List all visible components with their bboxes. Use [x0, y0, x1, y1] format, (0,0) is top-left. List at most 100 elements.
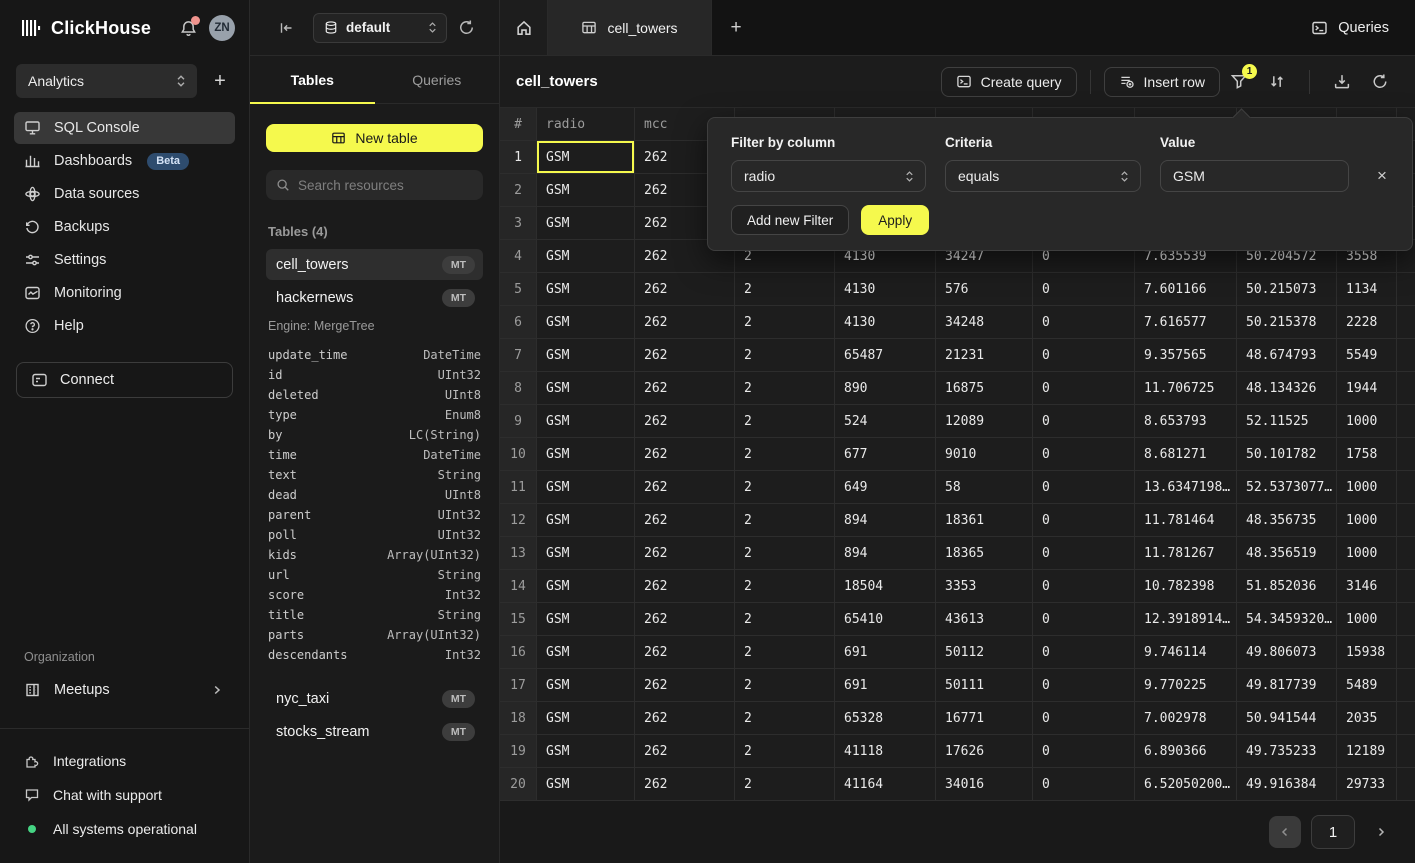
cell[interactable]: 49.806073	[1237, 636, 1337, 668]
workspace-select[interactable]: Analytics	[16, 64, 197, 98]
cell[interactable]: 0	[1033, 768, 1135, 800]
column-header-radio[interactable]: radio	[537, 108, 635, 140]
cell-mcc[interactable]: 262	[635, 372, 735, 404]
table-row[interactable]: 13 GSM 262 2 894 18365 0 11.781267 48.35…	[500, 537, 1415, 570]
cell[interactable]: 65328	[835, 702, 936, 734]
home-tab[interactable]	[500, 0, 548, 55]
add-new-filter-button[interactable]: Add new Filter	[731, 205, 849, 235]
cell-mcc[interactable]: 262	[635, 471, 735, 503]
cell[interactable]: 1000	[1337, 603, 1397, 635]
cell[interactable]: 0	[1033, 405, 1135, 437]
cell[interactable]: 2	[735, 636, 835, 668]
cell[interactable]: 65487	[835, 339, 936, 371]
cell[interactable]: 2	[735, 504, 835, 536]
cell-radio[interactable]: GSM	[537, 207, 635, 239]
cell[interactable]: 894	[835, 537, 936, 569]
cell[interactable]: 9.770225	[1135, 669, 1237, 701]
cell[interactable]: 1000	[1337, 504, 1397, 536]
sidebar-item-dashboards[interactable]: Dashboards Beta	[14, 145, 235, 177]
collapse-panel-button[interactable]	[274, 16, 299, 40]
cell[interactable]: 58	[936, 471, 1033, 503]
cell-mcc[interactable]: 262	[635, 438, 735, 470]
column-header[interactable]: #	[500, 108, 537, 140]
cell[interactable]: 65410	[835, 603, 936, 635]
cell[interactable]: 50.101782	[1237, 438, 1337, 470]
cell[interactable]: 48.134326	[1237, 372, 1337, 404]
cell-mcc[interactable]: 262	[635, 735, 735, 767]
cell-radio[interactable]: GSM	[537, 537, 635, 569]
table-list-item-cell-towers[interactable]: cell_towers MT	[266, 249, 483, 280]
table-row[interactable]: 12 GSM 262 2 894 18361 0 11.781464 48.35…	[500, 504, 1415, 537]
cell[interactable]: 49.735233	[1237, 735, 1337, 767]
cell[interactable]: 12089	[936, 405, 1033, 437]
cell-mcc[interactable]: 262	[635, 537, 735, 569]
cell[interactable]: 3146	[1337, 570, 1397, 602]
cell[interactable]: 1944	[1337, 372, 1397, 404]
cell[interactable]: 2	[735, 339, 835, 371]
table-list-item-nyc-taxi[interactable]: nyc_taxi MT	[266, 683, 483, 714]
cell-mcc[interactable]: 262	[635, 339, 735, 371]
cell[interactable]: 5549	[1337, 339, 1397, 371]
cell[interactable]: 7.616577	[1135, 306, 1237, 338]
cell[interactable]: 0	[1033, 735, 1135, 767]
cell[interactable]: 5489	[1337, 669, 1397, 701]
tab-cell-towers[interactable]: cell_towers	[548, 0, 712, 55]
refresh-button[interactable]	[1365, 67, 1395, 96]
cell-radio[interactable]: GSM	[537, 240, 635, 272]
remove-filter-button[interactable]: ×	[1368, 162, 1396, 190]
cell[interactable]: 34016	[936, 768, 1033, 800]
sidebar-item-help[interactable]: Help	[14, 310, 235, 342]
avatar[interactable]: ZN	[209, 15, 235, 41]
notifications-bell-icon[interactable]	[178, 18, 199, 39]
cell[interactable]: 8.681271	[1135, 438, 1237, 470]
previous-page-button[interactable]	[1269, 816, 1301, 848]
cell[interactable]: 12.3918914…	[1135, 603, 1237, 635]
cell[interactable]: 13.6347198…	[1135, 471, 1237, 503]
insert-row-button[interactable]: Insert row	[1104, 67, 1220, 97]
filter-column-select[interactable]: radio	[731, 160, 926, 192]
sort-button[interactable]	[1262, 67, 1292, 96]
cell-mcc[interactable]: 262	[635, 702, 735, 734]
cell[interactable]: 0	[1033, 603, 1135, 635]
cell[interactable]: 41118	[835, 735, 936, 767]
cell[interactable]: 2	[735, 405, 835, 437]
add-workspace-button[interactable]: +	[207, 68, 233, 94]
cell-radio[interactable]: GSM	[537, 471, 635, 503]
cell[interactable]: 7.002978	[1135, 702, 1237, 734]
clickhouse-logo[interactable]: ClickHouse	[22, 18, 151, 39]
cell-radio[interactable]: GSM	[537, 768, 635, 800]
cell[interactable]: 2	[735, 603, 835, 635]
cell-radio[interactable]: GSM	[537, 504, 635, 536]
cell-radio[interactable]: GSM	[537, 174, 635, 206]
cell[interactable]: 0	[1033, 273, 1135, 305]
cell-radio[interactable]: GSM	[537, 570, 635, 602]
sidebar-item-integrations[interactable]: Integrations	[18, 747, 233, 775]
cell[interactable]: 0	[1033, 306, 1135, 338]
filter-button[interactable]: 1	[1224, 67, 1254, 96]
cell-mcc[interactable]: 262	[635, 504, 735, 536]
cell-mcc[interactable]: 262	[635, 636, 735, 668]
cell[interactable]: 0	[1033, 570, 1135, 602]
table-row[interactable]: 11 GSM 262 2 649 58 0 13.6347198… 52.537…	[500, 471, 1415, 504]
cell[interactable]: 4130	[835, 273, 936, 305]
cell[interactable]: 6.52050200…	[1135, 768, 1237, 800]
table-row[interactable]: 9 GSM 262 2 524 12089 0 8.653793 52.1152…	[500, 405, 1415, 438]
cell[interactable]: 691	[835, 669, 936, 701]
cell[interactable]: 6.890366	[1135, 735, 1237, 767]
table-row[interactable]: 19 GSM 262 2 41118 17626 0 6.890366 49.7…	[500, 735, 1415, 768]
cell-radio[interactable]: GSM	[537, 273, 635, 305]
cell[interactable]: 2	[735, 735, 835, 767]
cell[interactable]: 3353	[936, 570, 1033, 602]
cell[interactable]: 2	[735, 669, 835, 701]
table-row[interactable]: 6 GSM 262 2 4130 34248 0 7.616577 50.215…	[500, 306, 1415, 339]
sidebar-item-data-sources[interactable]: Data sources	[14, 178, 235, 210]
apply-filter-button[interactable]: Apply	[861, 205, 929, 235]
cell[interactable]: 51.852036	[1237, 570, 1337, 602]
cell[interactable]: 15938	[1337, 636, 1397, 668]
cell[interactable]: 50.215378	[1237, 306, 1337, 338]
cell[interactable]: 52.11525	[1237, 405, 1337, 437]
cell[interactable]: 2035	[1337, 702, 1397, 734]
refresh-tables-icon[interactable]	[454, 15, 479, 40]
cell[interactable]: 21231	[936, 339, 1033, 371]
sidebar-item-settings[interactable]: Settings	[14, 244, 235, 276]
